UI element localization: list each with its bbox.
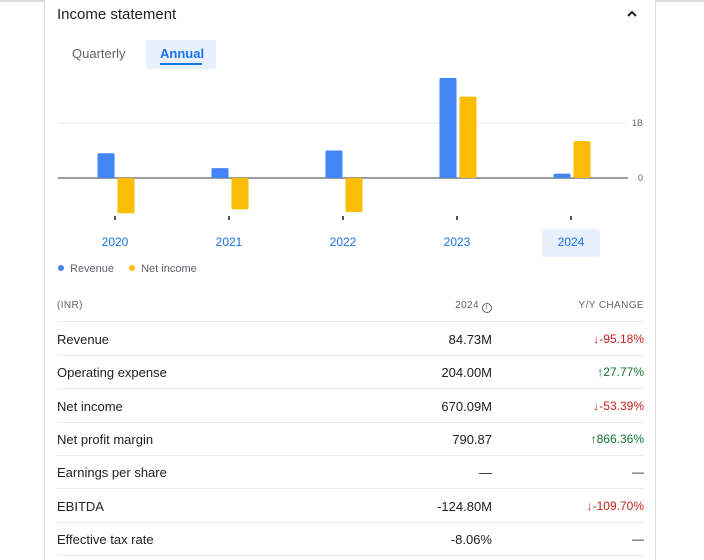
x-tick-mark [114, 216, 116, 220]
year-button-2021[interactable]: 2021 [200, 229, 258, 257]
bar-net-income-2021[interactable] [231, 178, 249, 210]
row-change-value: -53.39% [599, 398, 644, 413]
header-year-label: 2024 [455, 300, 479, 311]
bar-net-income-2024[interactable] [573, 141, 591, 178]
row-change: — [632, 532, 644, 546]
year-button-2024[interactable]: 2024 [542, 229, 600, 257]
legend-item-revenue: Revenue [58, 263, 114, 275]
table-row: Effective tax rate -8.06% — [57, 522, 644, 556]
chart-legend: Revenue Net income [58, 263, 209, 275]
row-label: Effective tax rate [57, 531, 154, 547]
row-change: ↓-95.18% [593, 332, 644, 346]
bar-net-income-2022[interactable] [345, 178, 363, 213]
x-tick-mark [342, 216, 344, 220]
table-row: Earnings per share — — [57, 455, 644, 490]
row-change-value: 27.77% [603, 365, 644, 380]
tab-quarterly[interactable]: Quarterly [58, 40, 139, 69]
row-label: Earnings per share [57, 465, 167, 481]
legend-label-net-income: Net income [141, 263, 197, 275]
tab-annual-label: Annual [160, 46, 205, 61]
row-change-value: 866.36% [596, 431, 644, 446]
legend-item-net-income: Net income [129, 263, 197, 275]
chevron-up-icon [627, 10, 637, 17]
row-value: 204.00M [441, 365, 492, 381]
table-row: Net profit margin 790.87 ↑866.36% [57, 422, 644, 456]
y-tick-label: 0 [638, 173, 643, 183]
header-change: Y/Y CHANGE [578, 300, 644, 311]
header-year: 2024 i [455, 300, 492, 313]
row-value: 790.87 [452, 431, 492, 447]
row-value: -124.80M [437, 498, 492, 514]
income-statement-card: Income statement Quarterly Annual 1B 0 20… [44, 0, 656, 560]
bar-revenue-2024[interactable] [553, 173, 571, 178]
row-value: -8.06% [450, 531, 492, 547]
income-chart: 1B 0 [58, 77, 643, 220]
x-tick-mark [570, 216, 572, 220]
collapse-button[interactable] [622, 4, 642, 24]
bar-revenue-2021[interactable] [211, 168, 229, 178]
card-title: Income statement [57, 6, 177, 23]
row-label: Revenue [57, 332, 110, 347]
row-label: EBITDA [57, 498, 104, 514]
row-change: ↑866.36% [591, 432, 644, 446]
bar-net-income-2020[interactable] [117, 178, 135, 214]
y-tick-label: 1B [632, 118, 643, 128]
row-change-value: — [632, 531, 644, 546]
row-change: ↑27.77% [597, 365, 644, 379]
row-value: — [479, 465, 492, 481]
row-value: 84.73M [448, 332, 492, 347]
x-tick-mark [228, 216, 230, 220]
tab-annual[interactable]: Annual [146, 40, 216, 69]
year-button-2023[interactable]: 2023 [428, 229, 486, 257]
legend-dot-net-income [129, 265, 136, 271]
row-change: ↓-109.70% [587, 499, 644, 513]
table-header: (INR) 2024 i Y/Y CHANGE [57, 293, 644, 322]
legend-label-revenue: Revenue [70, 263, 115, 275]
info-icon[interactable]: i [482, 303, 492, 313]
year-button-2020[interactable]: 2020 [86, 229, 144, 257]
table-row: Net income 670.09M ↓-53.39% [57, 389, 644, 423]
x-tick-mark [456, 216, 458, 220]
header-currency: (INR) [57, 300, 83, 311]
row-change-value: — [632, 465, 644, 480]
table-row: Operating expense 204.00M ↑27.77% [57, 355, 644, 390]
table-row: EBITDA -124.80M ↓-109.70% [57, 489, 644, 523]
row-label: Net profit margin [57, 431, 154, 447]
row-change-value: -95.18% [599, 332, 644, 346]
table-row: Revenue 84.73M ↓-95.18% [57, 322, 644, 356]
row-change: ↓-53.39% [593, 399, 644, 413]
row-label: Operating expense [57, 365, 167, 381]
row-label: Net income [57, 398, 123, 414]
row-value: 670.09M [441, 398, 492, 414]
bar-revenue-2022[interactable] [325, 150, 343, 179]
row-change-value: -109.70% [592, 498, 644, 513]
bar-revenue-2023[interactable] [439, 77, 457, 178]
row-change: — [632, 465, 644, 479]
tab-active-indicator [160, 63, 202, 65]
bar-revenue-2020[interactable] [97, 153, 115, 178]
year-button-2022[interactable]: 2022 [314, 229, 372, 257]
bar-net-income-2023[interactable] [459, 96, 477, 178]
legend-dot-revenue [58, 265, 64, 271]
